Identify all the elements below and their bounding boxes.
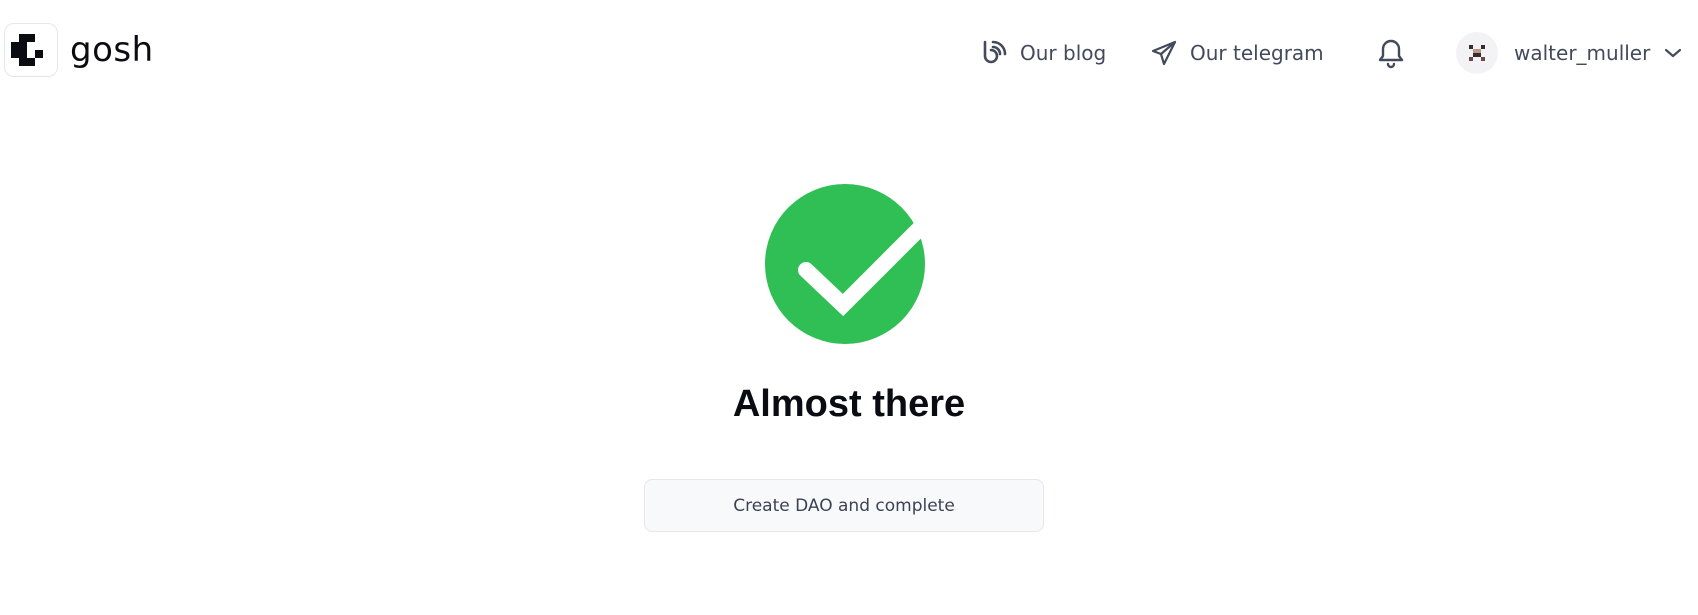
bell-icon[interactable] xyxy=(1376,38,1406,70)
brand-logo-link[interactable]: gosh xyxy=(4,23,154,77)
nav-label-telegram: Our telegram xyxy=(1190,41,1324,65)
page-title: Almost there xyxy=(732,383,966,425)
brand-name: gosh xyxy=(70,30,154,70)
check-circle-icon xyxy=(764,183,932,345)
gosh-logo-icon xyxy=(4,23,58,77)
create-dao-button[interactable]: Create DAO and complete xyxy=(644,479,1044,532)
telegram-paper-plane-icon xyxy=(1150,39,1178,67)
top-header: gosh Our blog Our telegram walter_muller xyxy=(0,0,1698,100)
chevron-down-icon xyxy=(1664,44,1682,63)
user-menu[interactable]: walter_muller xyxy=(1456,32,1682,74)
username-label: walter_muller xyxy=(1514,41,1651,65)
nav-label-blog: Our blog xyxy=(1020,41,1107,65)
nav-link-telegram[interactable]: Our telegram xyxy=(1150,33,1324,73)
blog-rss-icon xyxy=(980,39,1008,67)
pixel-avatar-icon xyxy=(1456,32,1498,74)
nav-link-blog[interactable]: Our blog xyxy=(980,33,1106,73)
